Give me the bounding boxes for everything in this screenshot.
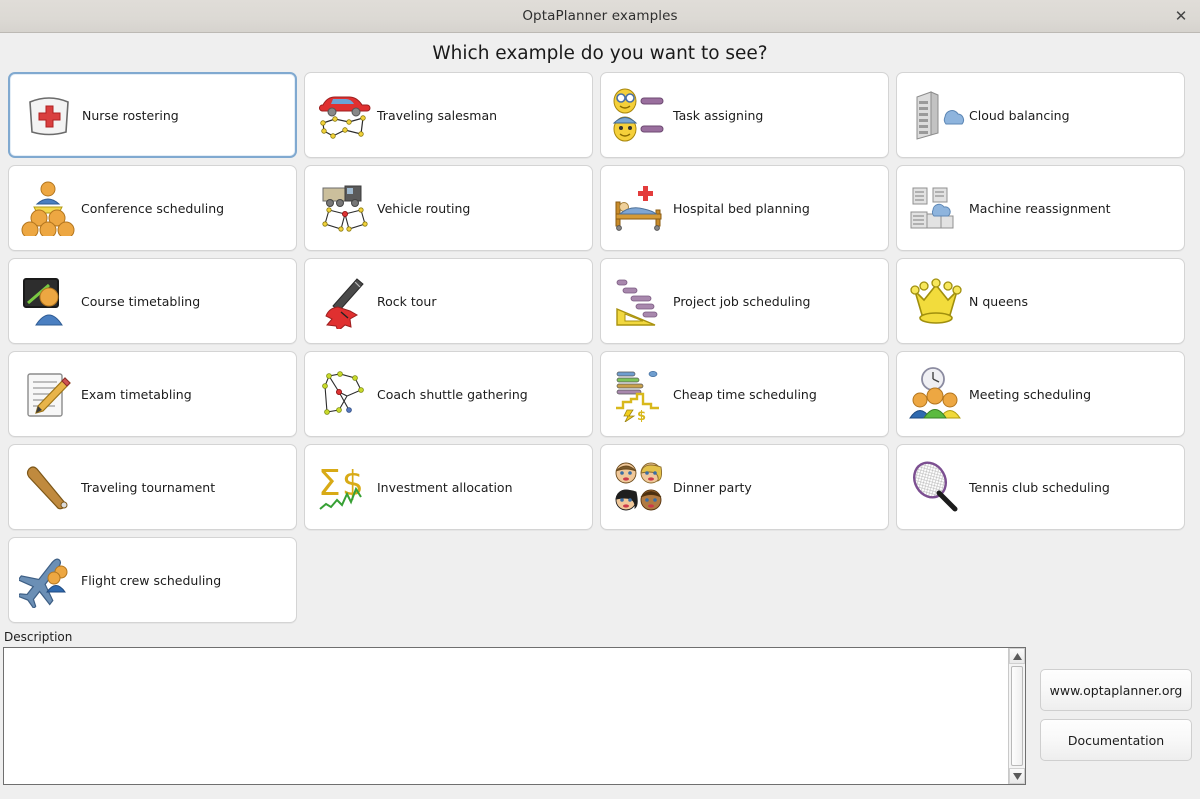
example-card-dinner-party[interactable]: Dinner party <box>600 444 889 530</box>
tennis-racket-icon <box>905 456 967 518</box>
server-cloud-icon <box>905 84 967 146</box>
four-faces-icon <box>609 456 671 518</box>
example-label: Traveling salesman <box>377 107 498 123</box>
truck-route-icon <box>313 177 375 239</box>
example-card-vehicle-routing[interactable]: Vehicle routing <box>304 165 593 251</box>
example-label: Task assigning <box>673 107 764 123</box>
example-label: N queens <box>969 293 1028 309</box>
example-card-rock-tour[interactable]: Rock tour <box>304 258 593 344</box>
example-card-traveling-tournament[interactable]: Traveling tournament <box>8 444 297 530</box>
example-card-cheap-time-scheduling[interactable]: $ Cheap time scheduling <box>600 351 889 437</box>
example-card-hospital-bed-planning[interactable]: Hospital bed planning <box>600 165 889 251</box>
example-label: Hospital bed planning <box>673 200 810 216</box>
example-card-project-job-scheduling[interactable]: Project job scheduling <box>600 258 889 344</box>
bars-power-dollar-icon: $ <box>609 363 671 425</box>
example-card-nurse-rostering[interactable]: Nurse rostering <box>8 72 297 158</box>
svg-text:Σ: Σ <box>318 463 341 504</box>
description-label: Description <box>4 630 73 644</box>
example-card-traveling-salesman[interactable]: Traveling salesman <box>304 72 593 158</box>
scroll-up-arrow-icon[interactable] <box>1009 648 1025 664</box>
example-card-exam-timetabling[interactable]: Exam timetabling <box>8 351 297 437</box>
page-title: Which example do you want to see? <box>432 43 768 64</box>
example-card-machine-reassignment[interactable]: Machine reassignment <box>896 165 1185 251</box>
machines-cloud-icon <box>905 177 967 239</box>
example-card-n-queens[interactable]: N queens <box>896 258 1185 344</box>
close-icon[interactable]: ✕ <box>1170 5 1192 27</box>
example-label: Coach shuttle gathering <box>377 386 528 402</box>
example-label: Conference scheduling <box>81 200 225 216</box>
example-card-task-assigning[interactable]: Task assigning <box>600 72 889 158</box>
example-label: Nurse rostering <box>82 107 179 123</box>
description-panel <box>3 647 1026 785</box>
example-label: Tennis club scheduling <box>969 479 1110 495</box>
example-label: Dinner party <box>673 479 752 495</box>
gantt-ruler-icon <box>609 270 671 332</box>
example-label: Exam timetabling <box>81 386 192 402</box>
example-label: Project job scheduling <box>673 293 811 309</box>
example-card-cloud-balancing[interactable]: Cloud balancing <box>896 72 1185 158</box>
airplane-crew-icon <box>17 549 79 611</box>
example-label: Rock tour <box>377 293 437 309</box>
example-card-investment-allocation[interactable]: Σ $ Investment allocation <box>304 444 593 530</box>
scrollbar-thumb[interactable] <box>1011 666 1023 766</box>
faces-tasks-icon <box>609 84 671 146</box>
baseball-bat-icon <box>17 456 79 518</box>
window-title: OptaPlanner examples <box>522 8 678 24</box>
hospital-bed-icon <box>609 177 671 239</box>
scroll-down-arrow-icon[interactable] <box>1009 768 1025 784</box>
crown-icon <box>905 270 967 332</box>
nurse-hat-icon <box>18 84 80 146</box>
website-button[interactable]: www.optaplanner.org <box>1040 669 1192 711</box>
documentation-button[interactable]: Documentation <box>1040 719 1192 761</box>
example-label: Meeting scheduling <box>969 386 1092 402</box>
example-label: Vehicle routing <box>377 200 471 216</box>
example-card-coach-shuttle-gathering[interactable]: Coach shuttle gathering <box>304 351 593 437</box>
car-route-icon <box>313 84 375 146</box>
speaker-audience-icon <box>17 177 79 239</box>
svg-text:$: $ <box>637 409 646 422</box>
example-label: Cloud balancing <box>969 107 1070 123</box>
example-card-tennis-club-scheduling[interactable]: Tennis club scheduling <box>896 444 1185 530</box>
bottom-bar: www.optaplanner.org Documentation <box>0 647 1200 785</box>
example-label: Cheap time scheduling <box>673 386 817 402</box>
example-label: Traveling tournament <box>81 479 216 495</box>
example-card-meeting-scheduling[interactable]: Meeting scheduling <box>896 351 1185 437</box>
examples-grid: Nurse rostering Traveling salesman Task … <box>0 72 1200 623</box>
example-label: Machine reassignment <box>969 200 1111 216</box>
example-card-flight-crew-scheduling[interactable]: Flight crew scheduling <box>8 537 297 623</box>
example-label: Flight crew scheduling <box>81 572 222 588</box>
graph-nodes-icon <box>313 363 375 425</box>
description-scrollbar[interactable] <box>1008 648 1025 784</box>
sigma-dollar-chart-icon: Σ $ <box>313 456 375 518</box>
side-buttons: www.optaplanner.org Documentation <box>1040 647 1192 761</box>
scrollbar-track[interactable] <box>1009 664 1025 768</box>
example-label: Investment allocation <box>377 479 513 495</box>
electric-guitar-icon <box>313 270 375 332</box>
paper-pencil-icon <box>17 363 79 425</box>
clock-people-icon <box>905 363 967 425</box>
example-card-course-timetabling[interactable]: Course timetabling <box>8 258 297 344</box>
blackboard-teacher-icon <box>17 270 79 332</box>
example-card-conference-scheduling[interactable]: Conference scheduling <box>8 165 297 251</box>
window-titlebar: OptaPlanner examples ✕ <box>0 0 1200 33</box>
description-input[interactable] <box>4 648 1008 784</box>
example-label: Course timetabling <box>81 293 201 309</box>
